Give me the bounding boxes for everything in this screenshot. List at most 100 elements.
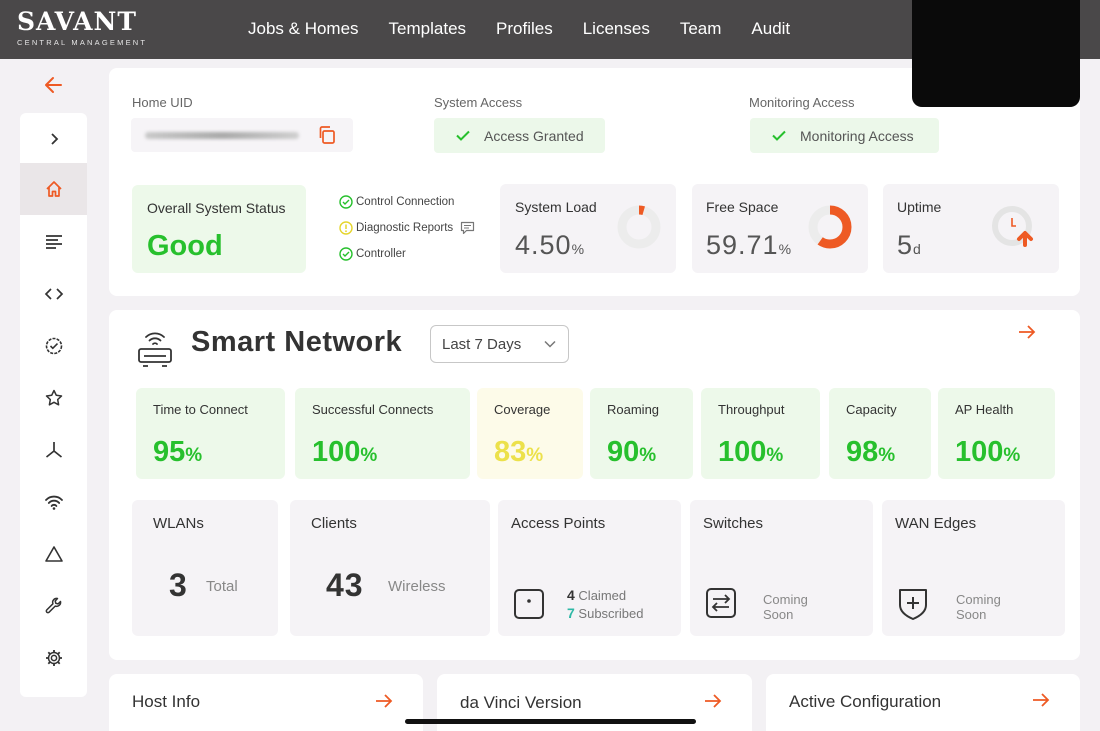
overall-status-title: Overall System Status: [147, 200, 286, 216]
check-controller: Controller: [339, 247, 406, 261]
range-selected: Last 7 Days: [442, 335, 522, 353]
back-arrow-icon[interactable]: [43, 74, 65, 96]
sidebar-item-code[interactable]: [20, 268, 87, 320]
savant-logo[interactable]: SAVANT CENTRAL MANAGEMENT: [17, 9, 148, 48]
system-load-value: 4.50%: [515, 230, 586, 260]
home-indicator: [405, 719, 696, 724]
nav-jobs-homes[interactable]: Jobs & Homes: [248, 19, 359, 39]
check-label: Controller: [356, 248, 406, 260]
gear-icon: [45, 650, 62, 666]
tile-coverage[interactable]: Coverage 83%: [477, 388, 583, 479]
tile-successful-connects[interactable]: Successful Connects 100%: [295, 388, 470, 479]
wrench-icon: [45, 597, 61, 614]
wan-edges-title: WAN Edges: [895, 515, 977, 532]
tile-roaming[interactable]: Roaming 90%: [590, 388, 693, 479]
check-circle-icon: [339, 247, 353, 261]
free-space-value: 59.71%: [706, 230, 793, 260]
nav-licenses[interactable]: Licenses: [583, 19, 650, 39]
sidebar-item-network[interactable]: [20, 424, 87, 476]
sidebar-item-list[interactable]: [20, 216, 87, 268]
home-uid-field[interactable]: [131, 118, 353, 152]
comment-icon[interactable]: [460, 221, 475, 235]
nav-profiles[interactable]: Profiles: [496, 19, 553, 39]
tile-ap-health[interactable]: AP Health 100%: [938, 388, 1055, 479]
uptime-tile: Uptime 5d: [883, 184, 1059, 273]
triangle-icon: [44, 546, 63, 562]
tile-title: Throughput: [718, 402, 785, 417]
router-icon: [138, 332, 172, 367]
clients-count: 43: [326, 567, 364, 603]
tile-title: Capacity: [846, 402, 897, 417]
system-access-label: System Access: [434, 95, 523, 110]
wan-edges-tile[interactable]: WAN Edges Coming Soon: [882, 500, 1065, 636]
check-label: Control Connection: [356, 196, 455, 208]
ap-claimed: 4 Claimed: [567, 587, 627, 603]
code-icon: [44, 288, 63, 300]
smart-network-arrow-icon[interactable]: [1017, 323, 1037, 341]
uptime-value: 5d: [897, 230, 922, 260]
switch-icon: [706, 588, 736, 618]
nav-team[interactable]: Team: [680, 19, 722, 39]
tile-title: Roaming: [607, 402, 660, 417]
nav-templates[interactable]: Templates: [389, 19, 466, 39]
tile-throughput[interactable]: Throughput 100%: [701, 388, 820, 479]
check-label: Diagnostic Reports: [356, 222, 454, 234]
active-configuration-card[interactable]: Active Configuration: [766, 674, 1080, 731]
wlans-count: 3: [169, 567, 188, 603]
active-configuration-title: Active Configuration: [789, 692, 942, 711]
wlans-tile[interactable]: WLANs 3 Total: [132, 500, 278, 636]
tile-title: Time to Connect: [153, 402, 248, 417]
sidebar-item-settings[interactable]: [20, 632, 87, 684]
wan-edges-status: Coming Soon: [956, 592, 1001, 622]
system-load-tile: System Load 4.50%: [500, 184, 676, 273]
redacted-overlay: [912, 0, 1080, 107]
sidebar-item-alerts[interactable]: [20, 528, 87, 580]
sidebar-item-wifi[interactable]: [20, 476, 87, 528]
access-points-tile[interactable]: Access Points 4 Claimed 7 Subscribed: [498, 500, 681, 636]
nav-audit[interactable]: Audit: [751, 19, 790, 39]
copy-icon[interactable]: [317, 125, 337, 145]
davinci-arrow-icon[interactable]: [703, 692, 723, 710]
uptime-title: Uptime: [897, 199, 942, 215]
sidebar-item-tools[interactable]: [20, 580, 87, 632]
clients-title: Clients: [311, 515, 357, 532]
monitoring-access-value: Monitoring Access: [800, 127, 914, 144]
overall-status-tile: Overall System Status Good: [132, 185, 306, 273]
switches-title: Switches: [703, 515, 764, 532]
free-space-title: Free Space: [706, 199, 779, 215]
switches-tile[interactable]: Switches Coming Soon: [690, 500, 873, 636]
wlans-title: WLANs: [153, 515, 204, 532]
clients-tile[interactable]: Clients 43 Wireless: [290, 500, 490, 636]
tile-value: 90%: [607, 436, 657, 468]
tile-capacity[interactable]: Capacity 98%: [829, 388, 931, 479]
host-info-card[interactable]: Host Info: [109, 674, 423, 731]
tile-value: 98%: [846, 436, 896, 468]
active-config-arrow-icon[interactable]: [1031, 691, 1051, 709]
logo-subtitle: CENTRAL MANAGEMENT: [17, 38, 148, 47]
network-icon: [45, 442, 62, 458]
sidebar-item-certified[interactable]: [20, 320, 87, 372]
tile-value: 100%: [718, 436, 784, 468]
free-space-tile: Free Space 59.71%: [692, 184, 868, 273]
wlans-label: Total: [206, 578, 238, 595]
home-icon: [45, 181, 62, 197]
range-dropdown[interactable]: Last 7 Days: [430, 325, 569, 363]
free-space-donut: [808, 205, 852, 249]
star-icon: [45, 389, 62, 406]
host-info-arrow-icon[interactable]: [374, 692, 394, 710]
tile-time-to-connect[interactable]: Time to Connect 95%: [136, 388, 285, 479]
chevron-down-icon: [544, 340, 556, 348]
tile-value: 83%: [494, 436, 544, 468]
check-icon: [772, 130, 786, 141]
sidebar-expand[interactable]: [20, 113, 87, 165]
sidebar-item-favorites[interactable]: [20, 372, 87, 424]
host-info-title: Host Info: [132, 692, 201, 711]
tile-title: Successful Connects: [312, 402, 434, 417]
home-uid-redacted: [145, 132, 299, 139]
tile-value: 100%: [312, 436, 378, 468]
system-load-title: System Load: [515, 199, 597, 215]
monitoring-access-status: Monitoring Access: [750, 118, 939, 153]
warning-circle-icon: [339, 221, 353, 235]
check-circle-icon: [339, 195, 353, 209]
sidebar-item-home[interactable]: [20, 163, 87, 215]
